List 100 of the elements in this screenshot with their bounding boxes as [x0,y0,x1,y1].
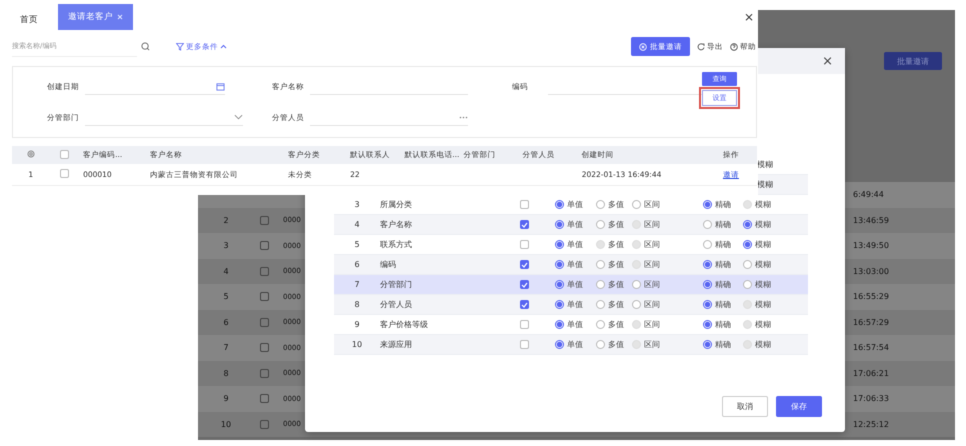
row-checkbox[interactable] [60,169,69,178]
search-icon [141,42,150,51]
radio-option[interactable]: 精确 [703,239,743,250]
radio-option[interactable]: 多值 [596,259,632,270]
radio-option[interactable]: 单值 [555,239,596,250]
filter-icon [176,42,184,50]
radio-option[interactable]: 精确 [703,299,743,310]
table-cell: 16:55:29 [853,292,889,302]
radio-option[interactable]: 单值 [555,279,596,290]
close-icon[interactable]: × [822,54,833,68]
radio-option[interactable]: 多值 [596,199,632,210]
radio-option[interactable]: 精确 [703,339,743,350]
row-number: 4 [353,220,361,229]
table-cell: 13:03:00 [853,266,889,276]
radio-option[interactable]: 多值 [596,299,632,310]
circle-x-icon [639,42,647,50]
radio-option[interactable]: 精确 [703,279,743,290]
field-name: 客户价格等级 [380,319,429,330]
chevron-down-icon [234,114,243,120]
row-checkbox[interactable] [260,241,269,250]
radio-option[interactable]: 单值 [555,219,596,230]
field-name: 客户名称 [380,219,413,230]
checkbox[interactable] [520,200,529,209]
checkbox[interactable] [520,220,529,229]
radio-option[interactable]: 模糊 [743,239,783,250]
radio-option[interactable]: 模糊 [743,259,783,270]
radio-option[interactable]: 区间 [632,299,703,310]
table-cell: 13:49:50 [853,241,889,250]
row-number: 4 [223,266,229,276]
checkbox[interactable] [520,320,529,329]
row-checkbox[interactable] [260,420,269,429]
table-cell: 6:49:44 [853,190,884,200]
radio-option[interactable]: 精确 [703,259,743,270]
row-checkbox[interactable] [260,343,269,352]
help-icon [730,42,738,50]
row-checkbox[interactable] [260,266,269,276]
cancel-button[interactable]: 取消 [722,396,768,417]
row-number: 3 [223,241,229,250]
radio-option[interactable]: 区间 [632,279,703,290]
row-checkbox[interactable] [260,318,269,327]
table-cell: 13:46:59 [853,216,889,225]
row-number: 9 [223,394,229,404]
export-icon [697,42,705,50]
row-checkbox[interactable] [260,368,269,378]
row-number: 2 [223,216,229,225]
save-button[interactable]: 保存 [776,396,822,417]
table-cell: 17:06:21 [853,368,889,378]
row-number: 5 [223,292,229,302]
tab[interactable]: 首页 [10,10,48,30]
row-checkbox[interactable] [260,292,269,302]
radio-option[interactable]: 单值 [555,339,596,350]
row-number: 8 [223,368,229,378]
radio-option[interactable]: 单值 [555,299,596,310]
radio-option[interactable]: 单值 [555,319,596,330]
row-number: 7 [223,343,229,352]
radio-option[interactable]: 单值 [555,259,596,270]
checkbox[interactable] [520,340,529,349]
row-checkbox[interactable] [260,216,269,225]
radio-option[interactable]: 多值 [596,319,632,330]
select-all-checkbox[interactable] [60,150,69,158]
close-icon[interactable]: × [744,10,754,24]
field-row[interactable]: 7 分管部门 单值 多值 区间 精确 模糊 [334,275,808,295]
settings-icon[interactable] [26,150,35,158]
close-icon[interactable] [117,14,123,20]
radio-option[interactable]: 多值 [596,279,632,290]
table-cell: 16:57:54 [853,343,889,352]
field-name: 编码 [380,259,397,270]
row-number: 3 [353,200,361,209]
radio-option[interactable]: 精确 [703,199,743,210]
table-cell: 12:25:12 [853,420,889,429]
row-number: 10 [350,340,364,349]
radio-option[interactable]: 精确 [703,219,743,230]
batch-invite-button[interactable]: 批量邀请 [884,52,942,70]
field-name: 联系方式 [380,239,413,250]
row-number: 5 [353,240,361,249]
checkbox[interactable] [520,240,529,249]
radio-option[interactable]: 模糊 [743,279,783,290]
checkbox[interactable] [520,280,529,289]
row-number: 7 [353,280,361,289]
row-number: 9 [353,320,361,329]
checkbox[interactable] [520,260,529,269]
field-name: 分管部门 [380,279,413,290]
field-name: 分管人员 [380,299,413,310]
row-number: 6 [223,318,229,327]
table-cell: 16:57:29 [853,318,889,327]
row-number: 10 [220,420,232,429]
radio-option[interactable]: 单值 [555,199,596,210]
radio-option[interactable]: 多值 [596,219,632,230]
caret-up-icon [220,44,227,49]
row-number: 8 [353,300,361,309]
table-cell: 17:06:33 [853,394,889,404]
radio-option[interactable]: 多值 [596,339,632,350]
more-icon [459,116,468,118]
radio-option[interactable]: 区间 [632,199,703,210]
radio-option[interactable]: 模糊 [743,219,783,230]
row-checkbox[interactable] [260,394,269,404]
radio-option[interactable]: 精确 [703,319,743,330]
checkbox[interactable] [520,300,529,309]
tab[interactable]: 邀请老客户 [58,4,133,30]
field-name: 所属分类 [380,199,413,210]
